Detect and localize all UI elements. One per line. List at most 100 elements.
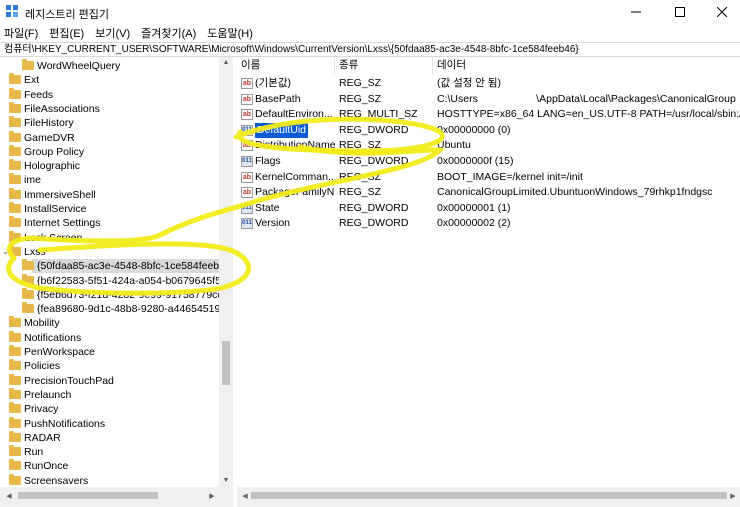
scroll-left-icon[interactable]: ◀ xyxy=(238,492,252,500)
address-bar[interactable]: 컴퓨터\HKEY_CURRENT_USER\SOFTWARE\Microsoft… xyxy=(0,42,740,57)
tree-item[interactable]: RunOnce xyxy=(0,459,219,473)
close-button[interactable] xyxy=(700,0,740,24)
folder-icon xyxy=(9,216,21,228)
value-data: Ubuntu xyxy=(437,139,471,152)
menu-view[interactable]: 보기(V) xyxy=(95,25,130,41)
tree-item[interactable]: Ext xyxy=(0,73,219,87)
tree-item-label: PenWorkspace xyxy=(24,346,96,358)
value-row[interactable]: ab KernelComman... REG_SZ BOOT_IMAGE=/kerne… xyxy=(237,170,740,185)
column-header-name[interactable]: 이름 xyxy=(237,57,335,74)
menu-file[interactable]: 파일(F) xyxy=(4,25,38,41)
tree-item[interactable]: PenWorkspace xyxy=(0,345,219,359)
ab-string-icon: ab xyxy=(241,93,253,105)
scroll-down-icon[interactable]: ▼ xyxy=(219,477,233,484)
tree-item-label: Lock Screen xyxy=(24,231,83,244)
menu-help[interactable]: 도움말(H) xyxy=(207,25,253,41)
tree-item[interactable]: FileHistory xyxy=(0,116,219,130)
tree-item[interactable]: ImmersiveShell xyxy=(0,187,219,202)
scroll-right-icon[interactable]: ▶ xyxy=(205,492,219,500)
folder-icon xyxy=(9,244,21,256)
tree-item[interactable]: Holographic xyxy=(0,159,219,173)
tree-item[interactable]: InstallService xyxy=(0,202,219,216)
tree-item[interactable]: Privacy xyxy=(0,402,219,416)
menu-edit[interactable]: 편집(E) xyxy=(49,25,84,41)
scroll-thumb[interactable] xyxy=(222,341,230,385)
tree-item[interactable]: Prelaunch xyxy=(0,387,219,402)
tree-item-label: {f5eb6d73-f21d-4282-9e99-91758779ccfb xyxy=(37,288,232,301)
folder-icon xyxy=(9,416,21,428)
column-header-data[interactable]: 데이터 xyxy=(433,57,740,74)
maximize-button[interactable] xyxy=(658,0,702,24)
scroll-left-icon[interactable]: ◀ xyxy=(2,492,16,500)
value-row[interactable]: 011 State REG_DWORD 0x00000001 (1) xyxy=(237,201,740,216)
minimize-button[interactable] xyxy=(614,0,658,24)
tree-item[interactable]: Notifications xyxy=(0,330,219,345)
value-row[interactable]: ab DistributionName REG_SZ Ubuntu xyxy=(237,138,740,153)
folder-icon xyxy=(9,402,21,414)
tree-item[interactable]: ime xyxy=(0,173,219,187)
tree-item[interactable]: Internet Settings xyxy=(0,216,219,230)
folder-icon xyxy=(9,330,21,342)
tree-item[interactable]: Policies xyxy=(0,359,219,373)
binary-dword-icon: 011 xyxy=(241,218,253,230)
scroll-up-icon[interactable]: ▲ xyxy=(219,59,233,66)
value-type: REG_MULTI_SZ xyxy=(339,108,418,121)
value-row[interactable]: ab (기본값) REG_SZ (값 설정 안 됨) xyxy=(237,76,740,91)
tree-item-label: PrecisionTouchPad xyxy=(24,374,114,387)
tree-item[interactable]: Mobility xyxy=(0,316,219,330)
scroll-thumb[interactable] xyxy=(251,492,727,499)
tree-vertical-scrollbar[interactable]: ▲ ▼ xyxy=(219,57,233,487)
tree-item[interactable]: Lock Screen xyxy=(0,230,219,245)
tree-item-label: Ext xyxy=(24,74,40,87)
tree-item-label: FileAssociations xyxy=(24,102,100,115)
scroll-thumb[interactable] xyxy=(18,492,158,499)
column-header-type[interactable]: 종류 xyxy=(335,57,433,74)
tree-item[interactable]: Run xyxy=(0,445,219,459)
value-row[interactable]: ab DefaultEnviron... REG_MULTI_SZ HOSTTYPE=… xyxy=(237,107,740,122)
value-data: (값 설정 안 됨) xyxy=(437,77,502,89)
ab-string-icon: ab xyxy=(241,140,253,152)
tree-item[interactable]: {f5eb6d73-f21d-4282-9e99-91758779ccfb xyxy=(0,287,231,302)
value-type: REG_DWORD xyxy=(339,217,409,230)
tree-item[interactable]: PrecisionTouchPad xyxy=(0,373,219,388)
chevron-down-icon[interactable]: ⌄ xyxy=(2,245,9,259)
tree-item-label: InstallService xyxy=(24,203,87,215)
tree-item[interactable]: Feeds xyxy=(0,87,219,102)
value-type: REG_DWORD xyxy=(339,155,409,167)
tree-item[interactable]: PushNotifications xyxy=(0,416,219,431)
tree-item[interactable]: {50fdaa85-ac3e-4548-8bfc-1ce584feeb46} xyxy=(0,259,232,274)
folder-icon xyxy=(9,445,21,457)
ab-string-icon: ab xyxy=(241,171,253,183)
value-data: 0x00000001 (1) xyxy=(437,201,511,214)
value-row[interactable]: ab PackageFamilyN... REG_SZ CanonicalGroupL… xyxy=(237,185,740,200)
folder-icon xyxy=(9,430,21,442)
tree-item[interactable]: ⌄ Lxss xyxy=(0,244,219,259)
values-list[interactable]: 이름 종류 데이터 ab (기본값) REG_SZ (값 설정 안 됨) ab BaseP… xyxy=(237,57,740,487)
value-row[interactable]: 011 DefaultUid REG_DWORD 0x00000000 (0) xyxy=(237,122,740,138)
menu-favorites[interactable]: 즐겨찾기(A) xyxy=(141,25,196,41)
tree-item[interactable]: {b6f22583-5f51-424a-a054-b0679645f59b xyxy=(0,273,232,288)
tree-item[interactable]: RADAR xyxy=(0,430,219,445)
folder-icon xyxy=(9,101,21,113)
value-row[interactable]: 011 Version REG_DWORD 0x00000002 (2) xyxy=(237,216,740,231)
tree-horizontal-scrollbar[interactable]: ◀ ▶ xyxy=(0,487,233,507)
key-tree[interactable]: WordWheelQuery Ext Feeds FileAssociations Fi… xyxy=(0,57,233,507)
value-type: REG_SZ xyxy=(339,92,382,105)
folder-icon xyxy=(9,87,21,99)
value-name: DistributionName xyxy=(255,139,335,152)
value-type: REG_SZ xyxy=(339,77,382,89)
value-data: 0x00000000 (0) xyxy=(437,123,511,136)
value-row[interactable]: ab BasePath REG_SZ C:\Users \AppData\Local\… xyxy=(237,92,740,107)
tree-item[interactable]: WordWheelQuery xyxy=(0,59,219,73)
maximize-icon xyxy=(675,7,685,17)
values-horizontal-scrollbar[interactable]: ◀ ▶ xyxy=(237,487,740,507)
tree-item-label: Notifications xyxy=(24,331,82,344)
tree-item[interactable]: FileAssociations xyxy=(0,101,219,116)
value-row[interactable]: 011 Flags REG_DWORD 0x0000000f (15) xyxy=(237,154,740,169)
tree-item[interactable]: Group Policy xyxy=(0,144,219,159)
scroll-right-icon[interactable]: ▶ xyxy=(726,492,740,500)
tree-item[interactable]: Screensavers xyxy=(0,473,219,488)
tree-item[interactable]: {fea89680-9d1c-48b8-9280-a44654519c56 xyxy=(0,302,232,316)
tree-item[interactable]: GameDVR xyxy=(0,130,219,145)
folder-icon xyxy=(9,230,21,242)
